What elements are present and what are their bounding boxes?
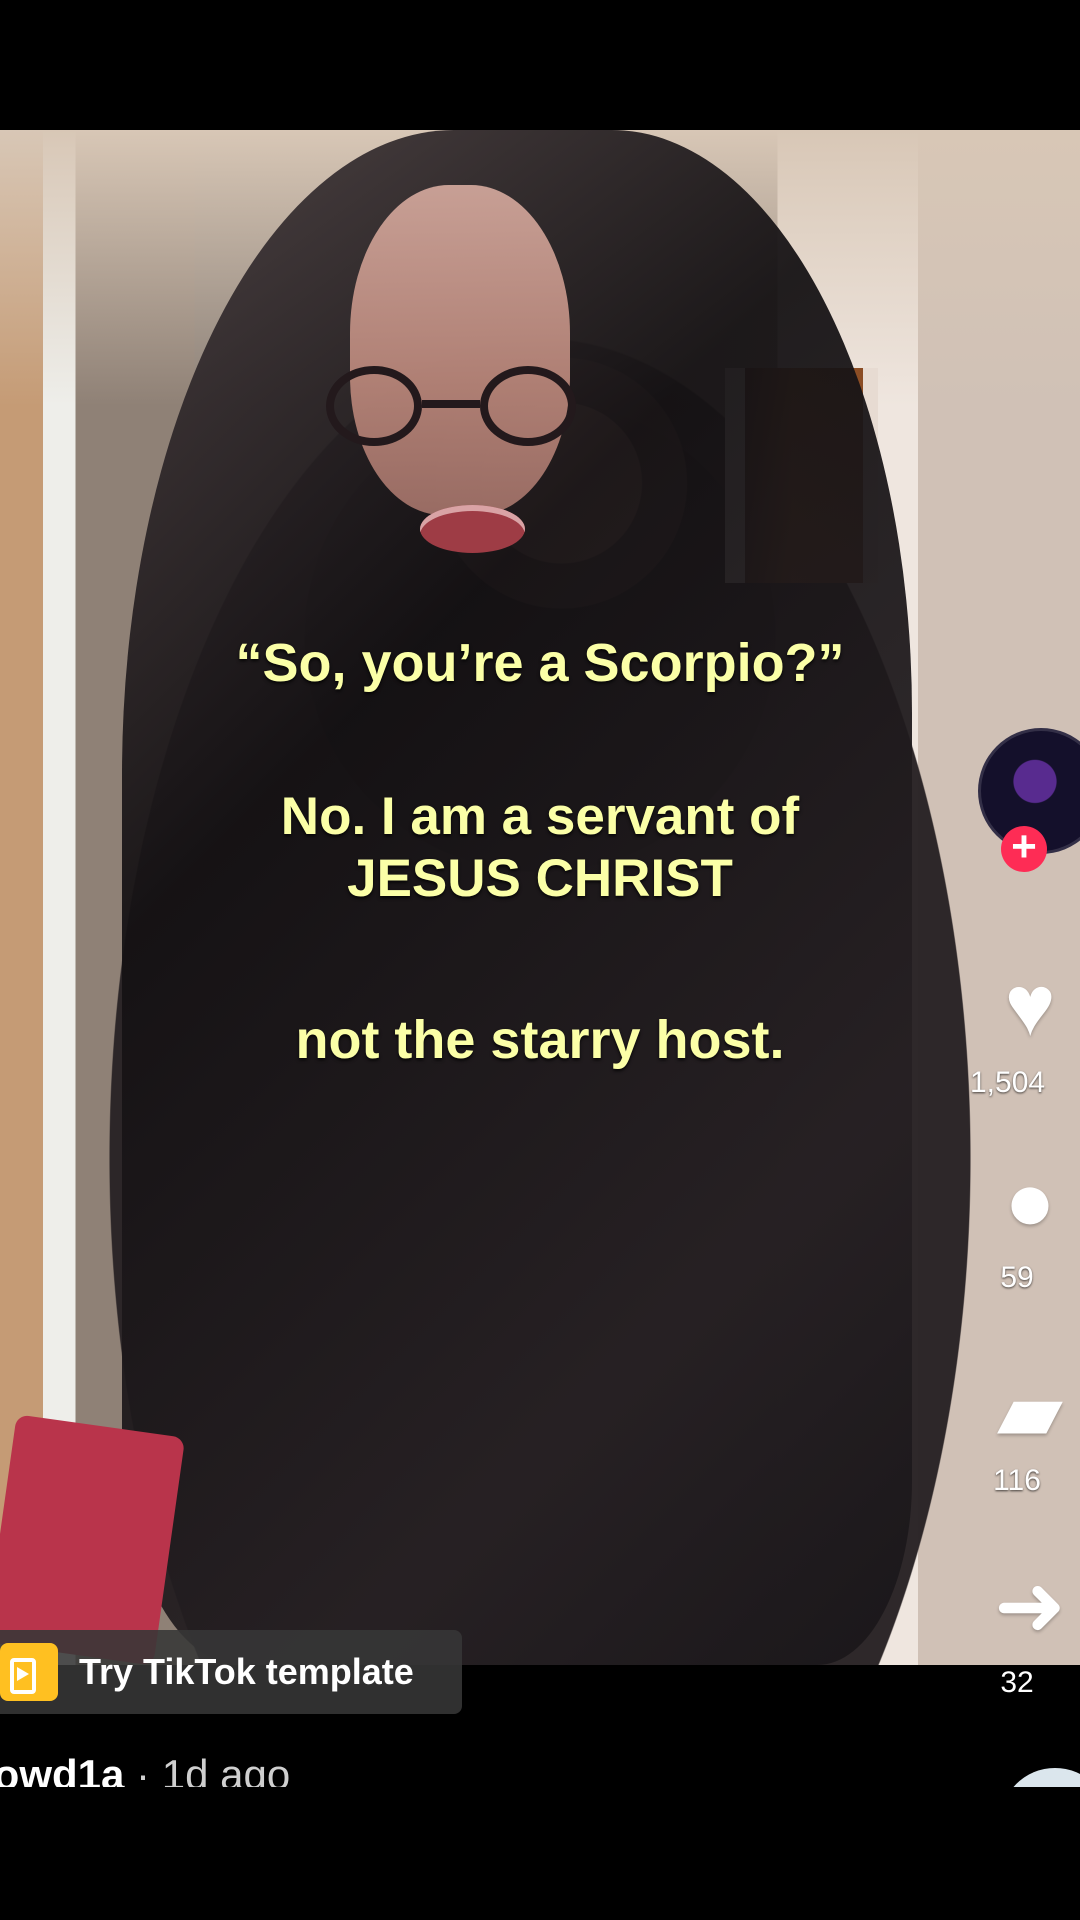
tiktok-video-screen: “So, you’re a Scorpio?” No. I am a serva… [0,0,1080,1920]
follow-button[interactable]: + [1001,825,1047,872]
left-lens [326,366,422,446]
comment-button[interactable]: ● [980,1153,1080,1249]
template-label: Try TikTok template [79,1651,414,1692]
share-button[interactable]: ➜ [980,1558,1080,1654]
bookmark-button[interactable]: ▰ [980,1363,1080,1459]
comment-icon: ● [1004,1153,1056,1249]
person-mouth [420,505,525,553]
comment-count: 59 [1000,1261,1034,1294]
glasses-bridge [422,400,480,408]
like-count: 1,504 [970,1066,1046,1099]
share-count: 32 [1000,1666,1034,1699]
video-caption-ending: not the starry host. [295,1010,785,1070]
red-object [0,1414,186,1665]
glasses [326,366,576,446]
right-action-rail: + ♥ 1,504 ● 59 ▰ 116 ➜ 32 [970,720,1080,1770]
person-face [350,185,570,515]
video-caption-question: “So, you’re a Scorpio?” [235,633,845,693]
try-template-button[interactable]: Try TikTok template [0,1630,462,1714]
bookmark-icon: ▰ [996,1363,1064,1459]
bottom-black-crop [0,1787,1080,1920]
template-icon [0,1643,58,1701]
right-lens [480,366,576,446]
video-caption-answer: No. I am a servant of JESUS CHRIST [280,787,800,908]
like-button[interactable]: ♥ [980,958,1080,1054]
heart-icon: ♥ [1004,958,1056,1054]
bookmark-count: 116 [993,1464,1041,1497]
share-arrow-icon: ➜ [993,1558,1067,1654]
plus-icon: + [1011,822,1037,871]
